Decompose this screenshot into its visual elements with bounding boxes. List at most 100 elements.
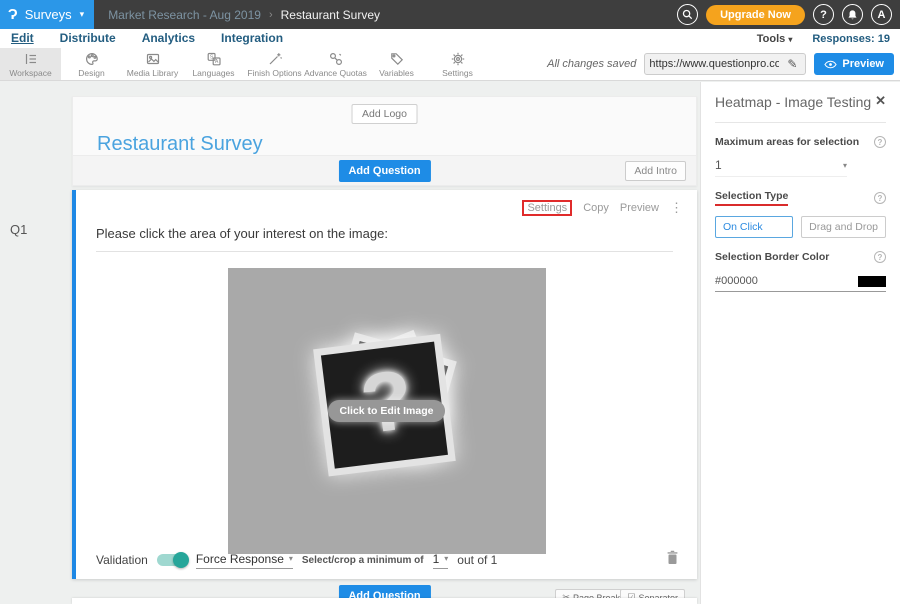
notifications-button[interactable] xyxy=(842,4,863,25)
border-color-label: Selection Border Color xyxy=(715,251,829,263)
toolbar-item-design[interactable]: Design xyxy=(61,48,122,80)
edit-toolbar: Workspace Design Media Library SA Langua… xyxy=(0,48,900,81)
tab-analytics[interactable]: Analytics xyxy=(141,30,196,47)
question-number-label: Q1 xyxy=(10,222,27,237)
upgrade-now-button[interactable]: Upgrade Now xyxy=(706,5,805,25)
validation-toggle[interactable] xyxy=(157,554,187,566)
settings-panel-title: Heatmap - Image Testing xyxy=(715,94,871,110)
add-logo-button[interactable]: Add Logo xyxy=(351,104,418,124)
click-to-edit-image-button[interactable]: Click to Edit Image xyxy=(328,400,446,422)
divider xyxy=(715,122,886,123)
account-avatar[interactable]: A xyxy=(871,4,892,25)
toolbar-label: Languages xyxy=(192,68,234,78)
svg-text:A: A xyxy=(214,59,218,65)
border-color-input[interactable]: #000000 xyxy=(715,275,886,292)
chevron-down-icon: ▾ xyxy=(444,554,448,563)
max-areas-label: Maximum areas for selection xyxy=(715,136,859,148)
svg-text:S: S xyxy=(209,54,213,60)
media-library-icon xyxy=(145,51,161,67)
selection-type-drag-drop[interactable]: Drag and Drop xyxy=(801,216,886,238)
tools-menu[interactable]: Tools ▾ xyxy=(757,33,793,45)
responses-count[interactable]: Responses: 19 xyxy=(812,33,890,45)
toolbar-label: Workspace xyxy=(9,68,51,78)
nav-right: Tools ▾ Responses: 19 xyxy=(757,33,890,45)
max-areas-value: 1 xyxy=(715,158,722,172)
validation-label: Validation xyxy=(96,553,148,567)
toolbar-item-workspace[interactable]: Workspace xyxy=(0,48,61,80)
chevron-down-icon: ▾ xyxy=(289,554,293,563)
chevron-down-icon: ▾ xyxy=(788,35,792,44)
tab-edit[interactable]: Edit xyxy=(10,30,35,47)
save-status-text: All changes saved xyxy=(547,58,636,70)
preview-button[interactable]: Preview xyxy=(814,53,894,75)
chevron-down-icon: ▾ xyxy=(80,9,85,20)
settings-panel-header: Heatmap - Image Testing ✕ xyxy=(715,94,886,110)
min-value-dropdown[interactable]: 1 ▾ xyxy=(433,552,449,569)
validation-rule-dropdown[interactable]: Force Response ▾ xyxy=(196,552,293,569)
toolbar-item-settings[interactable]: Settings xyxy=(427,48,488,80)
validation-rule-value: Force Response xyxy=(196,552,284,566)
edit-url-pencil-icon[interactable]: ✎ xyxy=(783,57,801,71)
product-name: Surveys xyxy=(25,7,72,22)
toolbar-label: Media Library xyxy=(127,68,179,78)
search-button[interactable] xyxy=(677,4,698,25)
toolbar-label: Settings xyxy=(442,68,473,78)
selection-type-row: Selection Type ? xyxy=(715,190,886,206)
survey-title[interactable]: Restaurant Survey xyxy=(97,133,263,156)
toolbar-item-media-library[interactable]: Media Library xyxy=(122,48,183,80)
survey-header-card: Add Logo Restaurant Survey Add Question … xyxy=(72,96,697,186)
tools-label: Tools xyxy=(757,33,786,45)
max-areas-select[interactable]: 1 ▾ xyxy=(715,158,847,177)
breadcrumb-separator-icon: › xyxy=(269,9,273,21)
languages-icon: SA xyxy=(206,51,222,67)
eye-icon xyxy=(824,60,837,69)
tab-distribute[interactable]: Distribute xyxy=(59,30,117,47)
topbar-actions: Upgrade Now ? A xyxy=(677,4,900,25)
surveys-product-switcher[interactable]: Ɂ Surveys ▾ xyxy=(0,0,94,29)
help-icon[interactable]: ? xyxy=(874,251,886,263)
next-section-card-edge xyxy=(72,598,697,604)
toolbar-item-finish-options[interactable]: Finish Options xyxy=(244,48,305,80)
toolbar-item-advance-quotas[interactable]: Advance Quotas xyxy=(305,48,366,80)
heatmap-image-placeholder[interactable]: ? Click to Edit Image xyxy=(228,268,546,554)
workspace-icon xyxy=(23,51,39,67)
question-text[interactable]: Please click the area of your interest o… xyxy=(96,226,673,252)
close-icon[interactable]: ✕ xyxy=(875,94,886,107)
kebab-menu-icon[interactable]: ⋮ xyxy=(670,200,683,216)
app-root: Ɂ Surveys ▾ Market Research - Aug 2019 ›… xyxy=(0,0,900,604)
bell-icon xyxy=(847,9,858,21)
toolbar-label: Design xyxy=(78,68,104,78)
help-icon[interactable]: ? xyxy=(874,192,886,204)
finish-options-wand-icon xyxy=(267,51,283,67)
color-swatch[interactable] xyxy=(858,276,886,287)
top-bar: Ɂ Surveys ▾ Market Research - Aug 2019 ›… xyxy=(0,0,900,29)
question-card: Settings Copy Preview ⋮ Please click the… xyxy=(72,190,697,579)
question-actions: Settings Copy Preview ⋮ xyxy=(522,200,683,216)
tab-integration[interactable]: Integration xyxy=(220,30,284,47)
toolbar-label: Advance Quotas xyxy=(304,68,367,78)
question-copy-button[interactable]: Copy xyxy=(583,202,609,214)
selection-type-on-click[interactable]: On Click xyxy=(715,216,793,238)
search-icon xyxy=(682,9,693,20)
breadcrumb: Market Research - Aug 2019 › Restaurant … xyxy=(108,8,380,22)
trash-icon xyxy=(666,550,679,565)
add-question-button-top[interactable]: Add Question xyxy=(338,160,430,182)
survey-url-field-wrap: ✎ xyxy=(644,53,806,75)
toolbar-item-languages[interactable]: SA Languages xyxy=(183,48,244,80)
selection-type-label: Selection Type xyxy=(715,190,788,206)
survey-url-input[interactable] xyxy=(645,58,783,70)
settings-gear-icon xyxy=(450,51,466,67)
border-color-row: Selection Border Color ? xyxy=(715,251,886,263)
toolbar-label: Finish Options xyxy=(247,68,301,78)
breadcrumb-parent[interactable]: Market Research - Aug 2019 xyxy=(108,8,261,22)
question-settings-panel: Heatmap - Image Testing ✕ Maximum areas … xyxy=(700,82,900,604)
advance-quotas-icon xyxy=(328,51,344,67)
help-icon[interactable]: ? xyxy=(874,136,886,148)
variables-tag-icon xyxy=(389,51,405,67)
toolbar-item-variables[interactable]: Variables xyxy=(366,48,427,80)
help-button[interactable]: ? xyxy=(813,4,834,25)
add-intro-button[interactable]: Add Intro xyxy=(625,161,686,181)
question-settings-button[interactable]: Settings xyxy=(522,200,572,216)
question-preview-button[interactable]: Preview xyxy=(620,202,659,214)
delete-question-button[interactable] xyxy=(666,550,679,570)
